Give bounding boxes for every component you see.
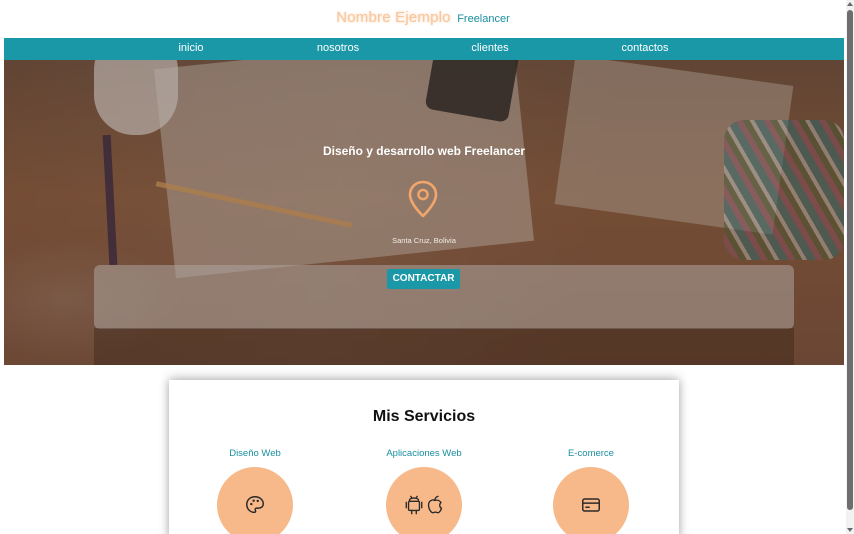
site-logo[interactable]: Nombre Ejemplo Freelancer xyxy=(0,9,846,27)
nav-item-inicio[interactable]: inicio xyxy=(178,42,203,54)
service-item-web-apps[interactable]: Aplicaciones Web xyxy=(340,448,508,534)
scroll-up-arrow-icon[interactable] xyxy=(847,2,853,6)
service-item-web-design[interactable]: Diseño Web xyxy=(171,448,339,534)
scroll-thumb[interactable] xyxy=(847,10,853,510)
nav-item-clientes[interactable]: clientes xyxy=(471,42,508,54)
service-label: E-comerce xyxy=(568,448,614,459)
logo-name: Nombre Ejemplo xyxy=(336,9,451,26)
service-icon-circle xyxy=(386,467,462,534)
service-item-ecommerce[interactable]: E-comerce xyxy=(507,448,675,534)
services-card: Mis Servicios Diseño Web Aplicaciones We… xyxy=(169,380,679,534)
credit-card-icon xyxy=(582,498,600,512)
nav-item-nosotros[interactable]: nosotros xyxy=(317,42,359,54)
logo-subtitle: Freelancer xyxy=(457,13,510,25)
contact-button[interactable]: CONTACTAR xyxy=(387,269,460,289)
service-label: Aplicaciones Web xyxy=(386,448,462,459)
service-icon-circle xyxy=(217,467,293,534)
hero-banner: Diseño y desarrollo web Freelancer Santa… xyxy=(4,60,844,365)
services-title: Mis Servicios xyxy=(372,408,476,425)
hero-title: Diseño y desarrollo web Freelancer xyxy=(322,144,526,158)
nav-item-contactos[interactable]: contactos xyxy=(621,42,668,54)
palette-icon xyxy=(246,496,264,514)
location-pin-icon xyxy=(408,180,438,218)
service-icon-circle xyxy=(553,467,629,534)
service-label: Diseño Web xyxy=(229,448,281,459)
scroll-down-arrow-icon[interactable] xyxy=(847,528,853,532)
hero-location: Santa Cruz, Bolivia xyxy=(392,236,456,245)
android-apple-icon xyxy=(405,495,443,515)
page-scrollbar[interactable] xyxy=(846,0,854,534)
main-nav: inicio nosotros clientes contactos xyxy=(4,38,844,60)
